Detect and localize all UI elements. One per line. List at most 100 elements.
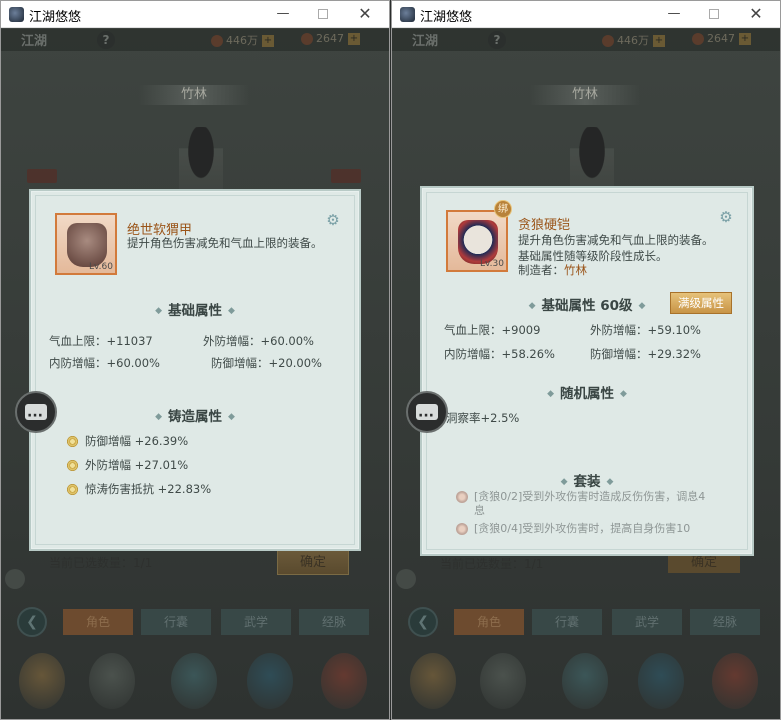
forge-row: 防御增幅 +26.39% bbox=[67, 433, 188, 449]
stat-hp: 气血上限：+11037 bbox=[49, 334, 153, 348]
dock-item-2[interactable] bbox=[480, 653, 526, 709]
ingot-icon bbox=[692, 33, 704, 45]
add-gold-button[interactable]: + bbox=[739, 33, 751, 45]
minimize-button[interactable]: — bbox=[660, 4, 688, 24]
action-dock bbox=[1, 641, 389, 719]
dock-item-5[interactable] bbox=[321, 653, 367, 709]
ingot-icon bbox=[301, 33, 313, 45]
dock-item-1[interactable] bbox=[410, 653, 456, 709]
chat-bubble-icon bbox=[25, 397, 47, 435]
minimize-button[interactable]: — bbox=[269, 4, 297, 24]
tab-martial[interactable]: 武学 bbox=[612, 609, 682, 635]
set-bonus-row: [贪狼0/4]受到外攻伤害时，提高自身伤害10 bbox=[456, 522, 716, 536]
bottom-nav: ❮ 角色 行囊 武学 经脉 bbox=[392, 607, 780, 637]
chat-bubble-icon bbox=[416, 397, 438, 435]
tab-character[interactable]: 角色 bbox=[454, 609, 524, 635]
back-button[interactable]: ❮ bbox=[408, 607, 438, 637]
close-button[interactable]: ✕ bbox=[742, 4, 770, 24]
gear-icon bbox=[67, 436, 78, 447]
game-logo: 江湖 bbox=[412, 34, 439, 49]
decor-chip-left bbox=[27, 169, 57, 183]
item-description: 提升角色伤害减免和气血上限的装备。 bbox=[127, 236, 323, 250]
right-window: 江湖悠悠 — ✕ 江湖 ? 446万 + 2647 + 竹林 ❮ 角色 行囊 武学 … bbox=[391, 0, 781, 720]
maker: 制造者：竹林 bbox=[518, 263, 587, 277]
title-bar: 江湖悠悠 — ✕ bbox=[392, 1, 780, 28]
set-header: ◆ 套装 ◆ bbox=[560, 474, 614, 490]
dock-item-3[interactable] bbox=[171, 653, 217, 709]
add-silver-button[interactable]: + bbox=[262, 35, 274, 47]
forge-attr-header: ◆ 铸造属性 ◆ bbox=[155, 409, 235, 425]
add-gold-button[interactable]: + bbox=[348, 33, 360, 45]
tab-meridian[interactable]: 经脉 bbox=[690, 609, 760, 635]
item-name: 贪狼硬铠 bbox=[518, 218, 571, 233]
dock-item-4[interactable] bbox=[247, 653, 293, 709]
side-decor-icon bbox=[396, 569, 416, 589]
stat-outer-def: 外防增幅：+59.10% bbox=[590, 323, 701, 337]
add-silver-button[interactable]: + bbox=[653, 35, 665, 47]
dock-item-1[interactable] bbox=[19, 653, 65, 709]
stat-hp: 气血上限：+9009 bbox=[444, 323, 541, 337]
armor-icon bbox=[458, 220, 498, 264]
maximize-button[interactable] bbox=[700, 4, 728, 24]
close-button[interactable]: ✕ bbox=[351, 4, 379, 24]
forge-row: 惊涛伤害抵抗 +22.83% bbox=[67, 481, 211, 497]
selection-footer: 当前已选数量：1/1 确定 bbox=[1, 549, 389, 579]
help-button[interactable]: ? bbox=[488, 31, 506, 49]
gear-icon bbox=[67, 484, 78, 495]
maximize-button[interactable] bbox=[309, 4, 337, 24]
app-icon bbox=[9, 7, 24, 22]
side-decor-icon bbox=[5, 569, 25, 589]
item-icon[interactable]: Lv.30 bbox=[446, 210, 508, 272]
dock-item-4[interactable] bbox=[638, 653, 684, 709]
item-detail-panel: Lv.60 绝世软猬甲 提升角色伤害减免和气血上限的装备。 ⚙ ◆ 基础属性 ◆ 气… bbox=[29, 189, 361, 551]
share-icon[interactable]: ⚙ bbox=[323, 211, 343, 229]
help-button[interactable]: ? bbox=[97, 31, 115, 49]
bound-badge: 绑 bbox=[494, 200, 512, 218]
random-stat: 洞察率+2.5% bbox=[446, 411, 520, 425]
dock-item-5[interactable] bbox=[712, 653, 758, 709]
character-portrait bbox=[179, 127, 223, 197]
chat-button[interactable] bbox=[15, 391, 57, 435]
set-bonus-row: [贪狼0/2]受到外攻伤害时造成反伤伤害，调息4息 bbox=[456, 490, 716, 518]
stat-defense: 防御增幅：+29.32% bbox=[590, 347, 701, 361]
bottom-nav: ❮ 角色 行囊 武学 经脉 bbox=[1, 607, 389, 637]
window-title: 江湖悠悠 bbox=[420, 10, 473, 25]
maximize-icon bbox=[709, 8, 719, 19]
stat-inner-def: 内防增幅：+58.26% bbox=[444, 347, 555, 361]
tab-martial[interactable]: 武学 bbox=[221, 609, 291, 635]
top-resource-bar: 江湖 ? 446万 + 2647 + bbox=[1, 29, 389, 51]
dock-item-3[interactable] bbox=[562, 653, 608, 709]
confirm-button[interactable]: 确定 bbox=[277, 549, 349, 575]
resource-silver: 446万 + bbox=[602, 32, 665, 48]
confirm-button[interactable]: 确定 bbox=[668, 553, 740, 573]
chat-button[interactable] bbox=[406, 391, 448, 435]
tab-bag[interactable]: 行囊 bbox=[532, 609, 602, 635]
tab-character[interactable]: 角色 bbox=[63, 609, 133, 635]
title-bar: 江湖悠悠 — ✕ bbox=[1, 1, 389, 28]
random-attr-header: ◆ 随机属性 ◆ bbox=[547, 386, 627, 402]
share-icon[interactable]: ⚙ bbox=[716, 208, 736, 226]
window-title: 江湖悠悠 bbox=[29, 10, 82, 25]
selected-count: 当前已选数量：1/1 bbox=[440, 557, 544, 571]
item-detail-panel: Lv.30 绑 贪狼硬铠 提升角色伤害减免和气血上限的装备。基础属性随等级阶段性… bbox=[420, 186, 754, 556]
item-level: Lv.60 bbox=[89, 262, 113, 272]
item-icon[interactable]: Lv.60 bbox=[55, 213, 117, 275]
gear-icon bbox=[67, 460, 78, 471]
top-resource-bar: 江湖 ? 446万 + 2647 + bbox=[392, 29, 780, 51]
lotus-icon bbox=[456, 491, 468, 503]
coin-icon bbox=[602, 35, 614, 47]
resource-gold: 2647 + bbox=[301, 32, 360, 45]
back-button[interactable]: ❮ bbox=[17, 607, 47, 637]
coin-icon bbox=[211, 35, 223, 47]
tab-meridian[interactable]: 经脉 bbox=[299, 609, 369, 635]
app-icon bbox=[400, 7, 415, 22]
resource-gold: 2647 + bbox=[692, 32, 751, 45]
dock-item-2[interactable] bbox=[89, 653, 135, 709]
tab-bag[interactable]: 行囊 bbox=[141, 609, 211, 635]
left-window: 江湖悠悠 — ✕ 江湖 ? 446万 + 2647 + 竹林 当前已选数量：1/1 … bbox=[0, 0, 390, 720]
decor-chip-right bbox=[331, 169, 361, 183]
location-label: 竹林 bbox=[139, 85, 249, 105]
item-level: Lv.30 bbox=[480, 259, 504, 269]
full-level-attr-button[interactable]: 满级属性 bbox=[670, 292, 732, 314]
item-description: 提升角色伤害减免和气血上限的装备。基础属性随等级阶段性成长。 bbox=[518, 233, 714, 263]
